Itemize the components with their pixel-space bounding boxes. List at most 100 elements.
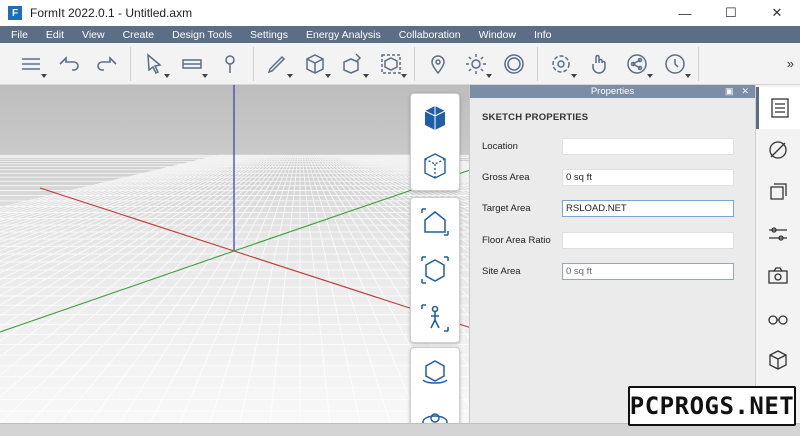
chevron-down-icon	[685, 73, 691, 78]
levels-tab[interactable]	[756, 213, 800, 255]
undo-button[interactable]	[50, 47, 88, 81]
cube-edit-icon	[343, 52, 362, 74]
materials-tab[interactable]	[756, 129, 800, 171]
gross-area-field[interactable]: 0 sq ft	[562, 168, 734, 186]
menu-create[interactable]: Create	[114, 29, 164, 41]
help-icon	[665, 53, 685, 74]
site-area-field[interactable]: 0 sq ft	[562, 262, 734, 280]
select-icon	[147, 52, 162, 74]
title-bar: F FormIt 2022.0.1 - Untitled.axm — ☐ ✕	[0, 0, 800, 26]
cube-transform-button[interactable]	[372, 47, 410, 81]
settings-button[interactable]	[542, 47, 580, 81]
toolbar-overflow-button[interactable]: »	[787, 56, 794, 71]
walk-button[interactable]	[411, 294, 459, 342]
settings-icon	[552, 54, 570, 73]
select-button[interactable]	[135, 47, 173, 81]
home-view-icon	[421, 208, 449, 236]
menu-file[interactable]: File	[2, 29, 37, 41]
property-row-site-area: Site Area 0 sq ft	[470, 262, 756, 280]
navigation-tools-panel	[410, 347, 460, 423]
redo-icon	[97, 55, 117, 71]
location-field[interactable]	[562, 137, 734, 155]
chevron-down-icon	[202, 73, 208, 78]
chevron-down-icon	[486, 73, 492, 78]
main-toolbar: »	[0, 43, 800, 85]
pencil-button[interactable]	[258, 47, 296, 81]
toolbar-group-app	[538, 46, 699, 81]
toolbar-group-edit	[8, 46, 131, 81]
view-cube-icon	[424, 106, 446, 130]
cube-button[interactable]	[296, 47, 334, 81]
menu-view[interactable]: View	[73, 29, 114, 41]
properties-panel-tab[interactable]	[756, 87, 800, 129]
window-title: FormIt 2022.0.1 - Untitled.axm	[30, 6, 193, 20]
wireframe-icon	[424, 153, 446, 179]
chevron-down-icon	[401, 73, 407, 78]
watermark: PCPROGS.NET	[628, 386, 796, 426]
close-button[interactable]: ✕	[754, 0, 800, 26]
pencil-icon	[267, 55, 286, 73]
chevron-down-icon	[325, 73, 331, 78]
scenes-icon	[768, 267, 788, 284]
groups-icon	[769, 350, 787, 370]
redo-button[interactable]	[88, 47, 126, 81]
levels-icon	[769, 227, 787, 241]
wireframe-button[interactable]	[411, 142, 459, 190]
target-area-label: Target Area	[482, 202, 531, 214]
property-row-floor-area-ratio: Floor Area Ratio	[470, 231, 756, 249]
box-view-icon	[421, 256, 449, 284]
menu-info[interactable]: Info	[525, 29, 561, 41]
target-area-field[interactable]: RSLOAD.NET	[562, 199, 734, 217]
look-around-button[interactable]	[411, 396, 459, 423]
camera-tools-panel	[410, 197, 460, 343]
pin-panel-button[interactable]: ▣	[725, 86, 734, 97]
chevron-down-icon	[363, 73, 369, 78]
layers-panel-tab[interactable]	[756, 171, 800, 213]
menu-design-tools[interactable]: Design Tools	[163, 29, 241, 41]
menu-collaboration[interactable]: Collaboration	[390, 29, 470, 41]
orbit-button[interactable]	[411, 348, 459, 396]
minimize-button[interactable]: —	[662, 0, 708, 26]
home-view-button[interactable]	[411, 198, 459, 246]
sketch-properties-heading: SKETCH PROPERTIES	[482, 112, 589, 123]
chevron-down-icon	[571, 73, 577, 78]
gesture-button[interactable]	[580, 47, 618, 81]
box-view-button[interactable]	[411, 246, 459, 294]
look-around-icon	[422, 413, 448, 423]
view-cube-button[interactable]	[411, 94, 459, 142]
location-button[interactable]	[419, 47, 457, 81]
chevron-down-icon	[164, 73, 170, 78]
cube-edit-button[interactable]	[334, 47, 372, 81]
menu-edit[interactable]: Edit	[37, 29, 73, 41]
layers-button[interactable]	[12, 47, 50, 81]
toolbar-group-environment	[415, 46, 538, 81]
share-button[interactable]	[618, 47, 656, 81]
help-button[interactable]	[656, 47, 694, 81]
pin-button[interactable]	[211, 47, 249, 81]
maximize-button[interactable]: ☐	[708, 0, 754, 26]
menu-window[interactable]: Window	[470, 29, 525, 41]
scenes-tab[interactable]	[756, 255, 800, 297]
tape-measure-button[interactable]	[173, 47, 211, 81]
scale-button[interactable]	[495, 47, 533, 81]
window-controls: — ☐ ✕	[662, 0, 800, 26]
share-icon	[627, 53, 647, 74]
close-panel-button[interactable]: ✕	[741, 86, 749, 97]
menu-settings[interactable]: Settings	[241, 29, 297, 41]
chevron-down-icon	[647, 73, 653, 78]
app-logo-icon: F	[8, 6, 22, 20]
sun-button[interactable]	[457, 47, 495, 81]
groups-tab[interactable]	[756, 339, 800, 381]
gross-area-label: Gross Area	[482, 171, 530, 183]
layers-icon	[22, 57, 40, 70]
floor-area-ratio-field[interactable]	[562, 231, 734, 249]
location-icon	[431, 54, 445, 74]
toolbar-group-select	[131, 46, 254, 81]
menu-energy-analysis[interactable]: Energy Analysis	[297, 29, 390, 41]
view-options-tab[interactable]	[756, 297, 800, 339]
orbit-icon	[422, 360, 448, 384]
layers-panel-icon	[770, 183, 787, 200]
properties-panel-header: Properties ▣ ✕	[470, 85, 755, 98]
scale-icon	[504, 53, 524, 74]
property-row-gross-area: Gross Area 0 sq ft	[470, 168, 756, 186]
